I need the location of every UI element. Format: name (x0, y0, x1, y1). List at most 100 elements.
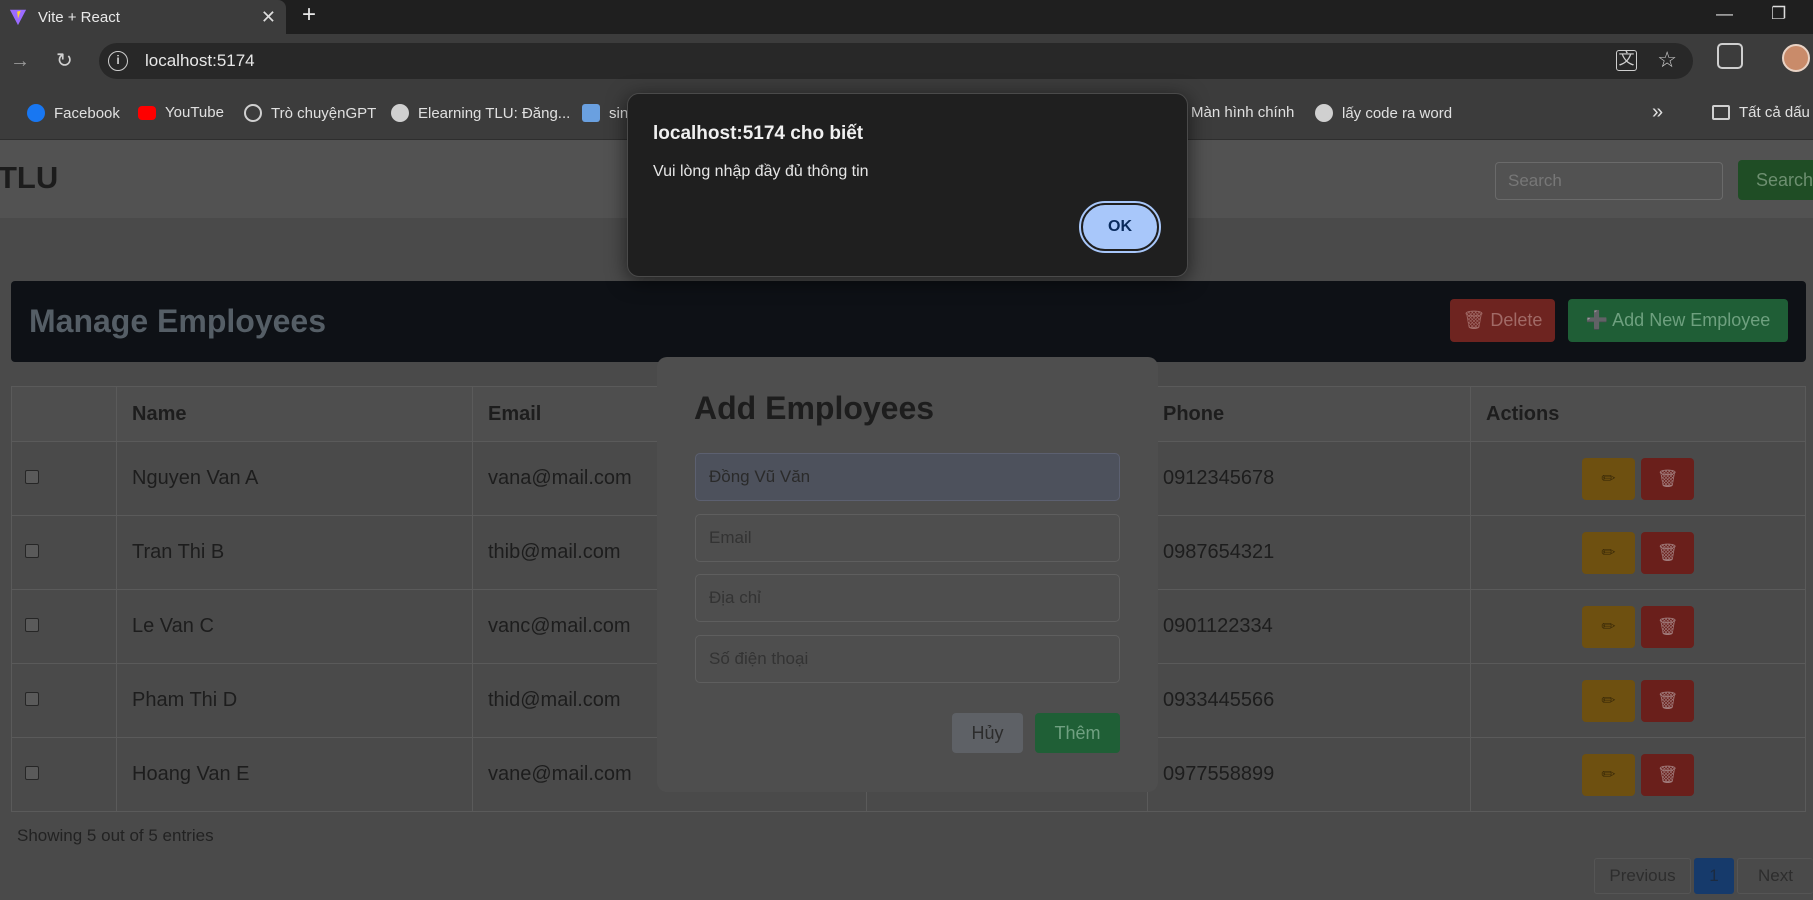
bookmark-man-hinh-chinh[interactable]: Màn hình chính (1191, 104, 1294, 121)
name-cell: Tran Thi B (116, 515, 473, 590)
search-input[interactable]: Search (1495, 162, 1723, 200)
actions-cell: ✏ 🗑 (1470, 441, 1806, 516)
browser-tab[interactable]: Vite + React ✕ (0, 0, 286, 34)
bookmark-sin[interactable]: sin (582, 104, 628, 122)
row-checkbox[interactable] (25, 544, 39, 558)
row-select-cell (11, 663, 117, 738)
delete-row-button[interactable]: 🗑 (1641, 457, 1694, 500)
select-column-header (11, 386, 117, 442)
actions-cell: ✏ 🗑 (1470, 589, 1806, 664)
trash-icon: 🗑 (1656, 542, 1679, 562)
reload-icon[interactable]: ↻ (56, 51, 73, 71)
edit-button[interactable]: ✏ (1582, 605, 1635, 648)
delete-button[interactable]: 🗑 Delete (1450, 299, 1555, 342)
address-bar-row: → ↻ i localhost:5174 文 ☆ (0, 34, 1813, 88)
pencil-icon: ✏ (1601, 468, 1616, 488)
entries-count: Showing 5 out of 5 entries (17, 826, 214, 845)
bookmark-elearning[interactable]: Elearning TLU: Đăng... (391, 104, 570, 122)
pencil-icon: ✏ (1601, 542, 1616, 562)
row-checkbox[interactable] (25, 766, 39, 780)
trash-icon: 🗑 (1656, 764, 1679, 784)
restore-icon[interactable]: ❐ (1771, 4, 1786, 24)
trash-icon: 🗑 (1656, 468, 1679, 488)
actions-cell: ✏ 🗑 (1470, 737, 1806, 812)
all-bookmarks-folder[interactable]: Tất cả dấu (1712, 104, 1810, 121)
vite-logo-icon (9, 9, 27, 26)
bookmark-youtube[interactable]: YouTube (138, 104, 224, 121)
modal-title: Add Employees (694, 390, 935, 426)
edit-button[interactable]: ✏ (1582, 531, 1635, 574)
name-cell: Hoang Van E (116, 737, 473, 812)
folder-icon (1712, 105, 1730, 120)
row-select-cell (11, 737, 117, 812)
phone-column-header: Phone (1147, 386, 1471, 442)
tab-title: Vite + React (38, 8, 120, 26)
name-cell: Nguyen Van A (116, 441, 473, 516)
bookmark-chatgpt[interactable]: Trò chuyệnGPT (244, 104, 376, 122)
phone-cell: 0933445566 (1147, 663, 1471, 738)
edit-button[interactable]: ✏ (1582, 457, 1635, 500)
phone-cell: 0912345678 (1147, 441, 1471, 516)
extensions-icon[interactable] (1717, 43, 1743, 69)
address-input[interactable]: Địa chỉ (695, 574, 1120, 622)
submit-add-button[interactable]: Thêm (1035, 713, 1120, 753)
pencil-icon: ✏ (1601, 690, 1616, 710)
row-select-cell (11, 441, 117, 516)
pencil-icon: ✏ (1601, 764, 1616, 784)
delete-row-button[interactable]: 🗑 (1641, 531, 1694, 574)
page-1-button[interactable]: 1 (1694, 858, 1734, 894)
minimize-icon[interactable]: — (1716, 4, 1733, 24)
edit-button[interactable]: ✏ (1582, 679, 1635, 722)
manage-title: Manage Employees (29, 303, 326, 339)
trash-icon: 🗑 (1656, 690, 1679, 710)
profile-avatar[interactable] (1782, 44, 1810, 72)
manage-bar: Manage Employees 🗑 Delete ➕ Add New Empl… (11, 281, 1806, 362)
alert-title: localhost:5174 cho biết (653, 123, 864, 144)
alert-ok-button[interactable]: OK (1079, 201, 1161, 253)
site-icon (582, 104, 600, 122)
row-checkbox[interactable] (25, 470, 39, 484)
translate-icon[interactable]: 文 (1616, 50, 1637, 71)
row-select-cell (11, 515, 117, 590)
cancel-button[interactable]: Hủy (952, 713, 1023, 753)
globe-icon (1315, 104, 1333, 122)
bookmark-facebook[interactable]: Facebook (27, 104, 120, 122)
phone-cell: 0977558899 (1147, 737, 1471, 812)
previous-page-button[interactable]: Previous (1594, 858, 1691, 894)
pencil-icon: ✏ (1601, 616, 1616, 636)
more-bookmarks-icon[interactable]: » (1652, 101, 1663, 124)
alert-dialog: localhost:5174 cho biết Vui lòng nhập đầ… (627, 93, 1188, 277)
delete-row-button[interactable]: 🗑 (1641, 753, 1694, 796)
name-input[interactable]: Đồng Vũ Văn (695, 453, 1120, 501)
forward-icon[interactable]: → (10, 51, 30, 71)
bookmark-star-icon[interactable]: ☆ (1657, 47, 1677, 73)
brand-title: TLU (0, 160, 59, 195)
trash-icon: 🗑 (1656, 616, 1679, 636)
actions-cell: ✏ 🗑 (1470, 515, 1806, 590)
email-input[interactable]: Email (695, 514, 1120, 562)
new-tab-button[interactable]: + (302, 3, 316, 27)
next-page-button[interactable]: Next (1737, 858, 1813, 894)
add-employee-modal: Add Employees Đồng Vũ Văn Email Địa chỉ … (657, 357, 1158, 792)
tab-bar: Vite + React ✕ + — ❐ (0, 0, 1813, 34)
name-column-header: Name (116, 386, 473, 442)
add-employee-button[interactable]: ➕ Add New Employee (1568, 299, 1788, 342)
actions-column-header: Actions (1470, 386, 1806, 442)
omnibox[interactable]: i localhost:5174 文 ☆ (99, 43, 1693, 79)
chatgpt-icon (244, 104, 262, 122)
bookmark-lay-code[interactable]: lấy code ra word (1315, 104, 1452, 122)
edit-button[interactable]: ✏ (1582, 753, 1635, 796)
url-text[interactable]: localhost:5174 (145, 51, 255, 71)
row-checkbox[interactable] (25, 692, 39, 706)
delete-row-button[interactable]: 🗑 (1641, 679, 1694, 722)
name-cell: Pham Thi D (116, 663, 473, 738)
search-button[interactable]: Search (1738, 160, 1813, 200)
row-checkbox[interactable] (25, 618, 39, 632)
site-info-icon[interactable]: i (108, 51, 128, 71)
phone-input[interactable]: Số điện thoại (695, 635, 1120, 683)
facebook-icon (27, 104, 45, 122)
phone-cell: 0901122334 (1147, 589, 1471, 664)
delete-row-button[interactable]: 🗑 (1641, 605, 1694, 648)
youtube-icon (138, 105, 156, 120)
close-tab-icon[interactable]: ✕ (261, 7, 276, 28)
